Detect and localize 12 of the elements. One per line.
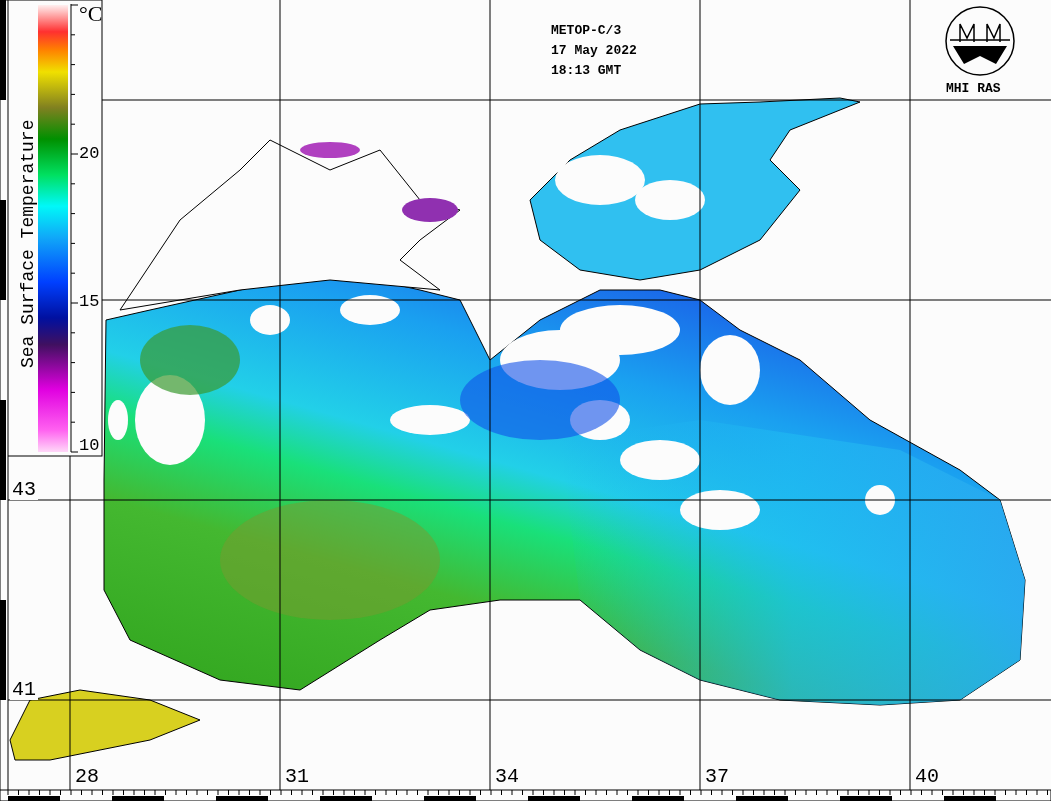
satellite-info-text: 18:13 GMT (551, 64, 622, 77)
latitude-label: 43 (10, 480, 38, 500)
unit-label: °C (79, 3, 103, 25)
scale-value: 10 (79, 437, 100, 454)
satellite-info-text: 17 May 2022 (551, 44, 637, 57)
scale-value: 15 (79, 293, 100, 310)
logo-icon (945, 6, 1015, 76)
logo-text: MHI RAS (946, 82, 1001, 95)
legend-title: Sea Surface Temperature (19, 119, 37, 368)
scale-value: 20 (79, 145, 100, 162)
satellite-info-text: METOP-C/3 (551, 24, 622, 37)
latitude-label: 41 (10, 680, 38, 700)
